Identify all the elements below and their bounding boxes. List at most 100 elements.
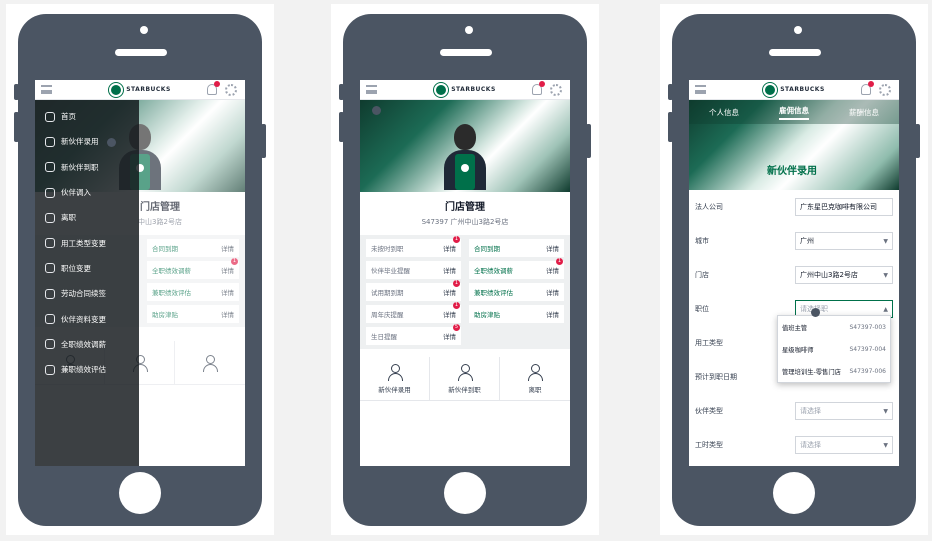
phone-panel-3: STARBUCKS 新伙伴录用 个人信息 雇佣信息 薪酬信息 法人公司 广东星巴克… [660, 4, 928, 535]
money-icon [45, 339, 55, 350]
top-bar: STARBUCKS [360, 80, 570, 100]
bell-icon[interactable] [861, 81, 874, 95]
home-button[interactable] [773, 472, 815, 514]
drawer-item-contract-renew[interactable]: 劳动合同续签 [35, 281, 139, 306]
camera-dot [140, 26, 148, 34]
phone-panel-2: STARBUCKS 门店管理 S47397 广州中山3路2号店 未按时到职 详情 1… [331, 4, 599, 535]
tab-personal-info[interactable]: 个人信息 [709, 107, 739, 118]
menu-icon[interactable] [41, 85, 52, 94]
phone-frame: STARBUCKS 门店管理 中山3路2号店 合同到期 详情 全职绩效调薪 详情 1 … [18, 14, 262, 526]
chevron-down-icon: ▼ [883, 407, 888, 415]
tile-housing-allowance[interactable]: 助房津贴 详情 [469, 305, 564, 323]
brand-text: STARBUCKS [780, 86, 825, 93]
profile-icon [45, 314, 55, 325]
dropdown-option[interactable]: 值班主管 S47397-003 [778, 316, 890, 338]
home-button[interactable] [119, 472, 161, 514]
task-tile-grid: 未按时到职 详情 1 伙伴毕业提醒 详情 试用期到期 详情 1 周年庆提醒 详情 1 生日提醒… [360, 235, 570, 349]
drawer-item-profile-change[interactable]: 伙伴资料变更 [35, 306, 139, 331]
drawer-item-parttime-eval[interactable]: 兼职绩效评估 [35, 357, 139, 382]
person-remove-icon [45, 212, 55, 223]
position-dropdown: 值班主管 S47397-003 星级咖啡师 S47397-004 管理培训生-零售门… [777, 315, 891, 383]
field-legal-company: 法人公司 广东星巴克咖啡有限公司 [695, 190, 893, 224]
side-drawer: 首页 新伙伴录用 新伙伴到职 伙伴调入 离职 用工类型变更 职位变更 劳动合同续… [35, 100, 139, 466]
document-icon [45, 238, 55, 249]
speaker-slot [440, 49, 492, 56]
count-badge: 5 [453, 324, 460, 331]
drawer-item-leave[interactable]: 离职 [35, 205, 139, 230]
logo-emblem-icon [109, 82, 124, 97]
gear-icon[interactable] [879, 84, 891, 96]
store-select[interactable]: 广州中山3路2号店 ▼ [795, 266, 893, 284]
speaker-slot [115, 49, 167, 56]
form-tabs: 个人信息 雇佣信息 薪酬信息 [689, 100, 899, 124]
drawer-item-employment-type[interactable]: 用工类型变更 [35, 230, 139, 255]
tile-contract-expiry[interactable]: 合同到期 详情 [469, 239, 564, 257]
shortcut-leave[interactable]: 离职 [500, 357, 570, 401]
drawer-item-position-change[interactable]: 职位变更 [35, 256, 139, 281]
drawer-item-transfer-in[interactable]: 伙伴调入 [35, 180, 139, 205]
count-badge: 1 [453, 302, 460, 309]
chevron-down-icon: ▼ [883, 271, 888, 279]
dropdown-option[interactable]: 星级咖啡师 S47397-004 [778, 338, 890, 360]
drawer-item-home[interactable]: 首页 [35, 104, 139, 129]
tile-late-onboard[interactable]: 未按时到职 详情 1 [366, 236, 461, 257]
partner-type-select[interactable]: 请选择 ▼ [795, 402, 893, 420]
gear-icon[interactable] [225, 84, 237, 96]
notification-badge [539, 81, 545, 87]
menu-icon[interactable] [366, 85, 377, 94]
drawer-item-fulltime-raise[interactable]: 全职绩效调薪 [35, 332, 139, 357]
legal-company-input[interactable]: 广东星巴克咖啡有限公司 [795, 198, 893, 216]
person-add-icon [45, 136, 55, 147]
phone-frame: STARBUCKS 门店管理 S47397 广州中山3路2号店 未按时到职 详情 1… [343, 14, 587, 526]
count-badge: 1 [453, 236, 460, 243]
menu-icon[interactable] [695, 85, 706, 94]
top-bar: STARBUCKS [35, 80, 245, 100]
count-badge: 1 [556, 258, 563, 265]
hero-banner [360, 100, 570, 192]
home-icon [45, 111, 55, 122]
field-city: 城市 广州 ▼ [695, 224, 893, 258]
logo-emblem-icon [763, 82, 778, 97]
starbucks-logo: STARBUCKS [109, 82, 171, 97]
page-title: 门店管理 [445, 202, 485, 213]
person-check-icon [457, 363, 473, 381]
touch-indicator [107, 138, 116, 147]
notification-badge [868, 81, 874, 87]
phone-screen: STARBUCKS 新伙伴录用 个人信息 雇佣信息 薪酬信息 法人公司 广东星巴克… [689, 80, 899, 466]
shortcut-row: 新伙伴录用 新伙伴到职 离职 [360, 357, 570, 401]
home-button[interactable] [444, 472, 486, 514]
city-select[interactable]: 广州 ▼ [795, 232, 893, 250]
chevron-down-icon: ▼ [883, 237, 888, 245]
contract-icon [45, 288, 55, 299]
tile-probation-expiry[interactable]: 试用期到期 详情 1 [366, 280, 461, 301]
tile-anniversary-reminder[interactable]: 周年庆提醒 详情 1 [366, 302, 461, 323]
tile-fulltime-raise[interactable]: 全职绩效调薪 详情 1 [469, 258, 564, 279]
speaker-slot [769, 49, 821, 56]
tab-employment-info[interactable]: 雇佣信息 [779, 105, 809, 120]
money-icon [45, 364, 55, 375]
camera-dot [465, 26, 473, 34]
shortcut-hire[interactable]: 新伙伴录用 [360, 357, 430, 401]
chevron-up-icon: ▲ [883, 305, 888, 313]
starbucks-logo: STARBUCKS [434, 82, 496, 97]
work-hour-type-select[interactable]: 请选择 ▼ [795, 436, 893, 454]
camera-dot [794, 26, 802, 34]
touch-indicator [811, 308, 820, 317]
document-icon [45, 263, 55, 274]
person-check-icon [45, 162, 55, 173]
phone-panel-1: STARBUCKS 门店管理 中山3路2号店 合同到期 详情 全职绩效调薪 详情 1 … [6, 4, 274, 535]
bell-icon[interactable] [207, 81, 220, 95]
bell-icon[interactable] [532, 81, 545, 95]
tile-birthday-reminder[interactable]: 生日提醒 详情 5 [366, 324, 461, 345]
tab-salary-info[interactable]: 薪酬信息 [849, 107, 879, 118]
brand-text: STARBUCKS [451, 86, 496, 93]
drawer-item-onboard[interactable]: 新伙伴到职 [35, 155, 139, 180]
drawer-item-hire[interactable]: 新伙伴录用 [35, 129, 139, 154]
tile-parttime-eval[interactable]: 兼职绩效评估 详情 [469, 283, 564, 301]
dropdown-option[interactable]: 管理培训生-零售门店 S47397-006 [778, 360, 890, 382]
drawer-overlay[interactable] [139, 100, 245, 466]
tile-graduation-reminder[interactable]: 伙伴毕业提醒 详情 [366, 261, 461, 279]
transfer-icon [45, 187, 55, 198]
gear-icon[interactable] [550, 84, 562, 96]
shortcut-onboard[interactable]: 新伙伴到职 [430, 357, 500, 401]
